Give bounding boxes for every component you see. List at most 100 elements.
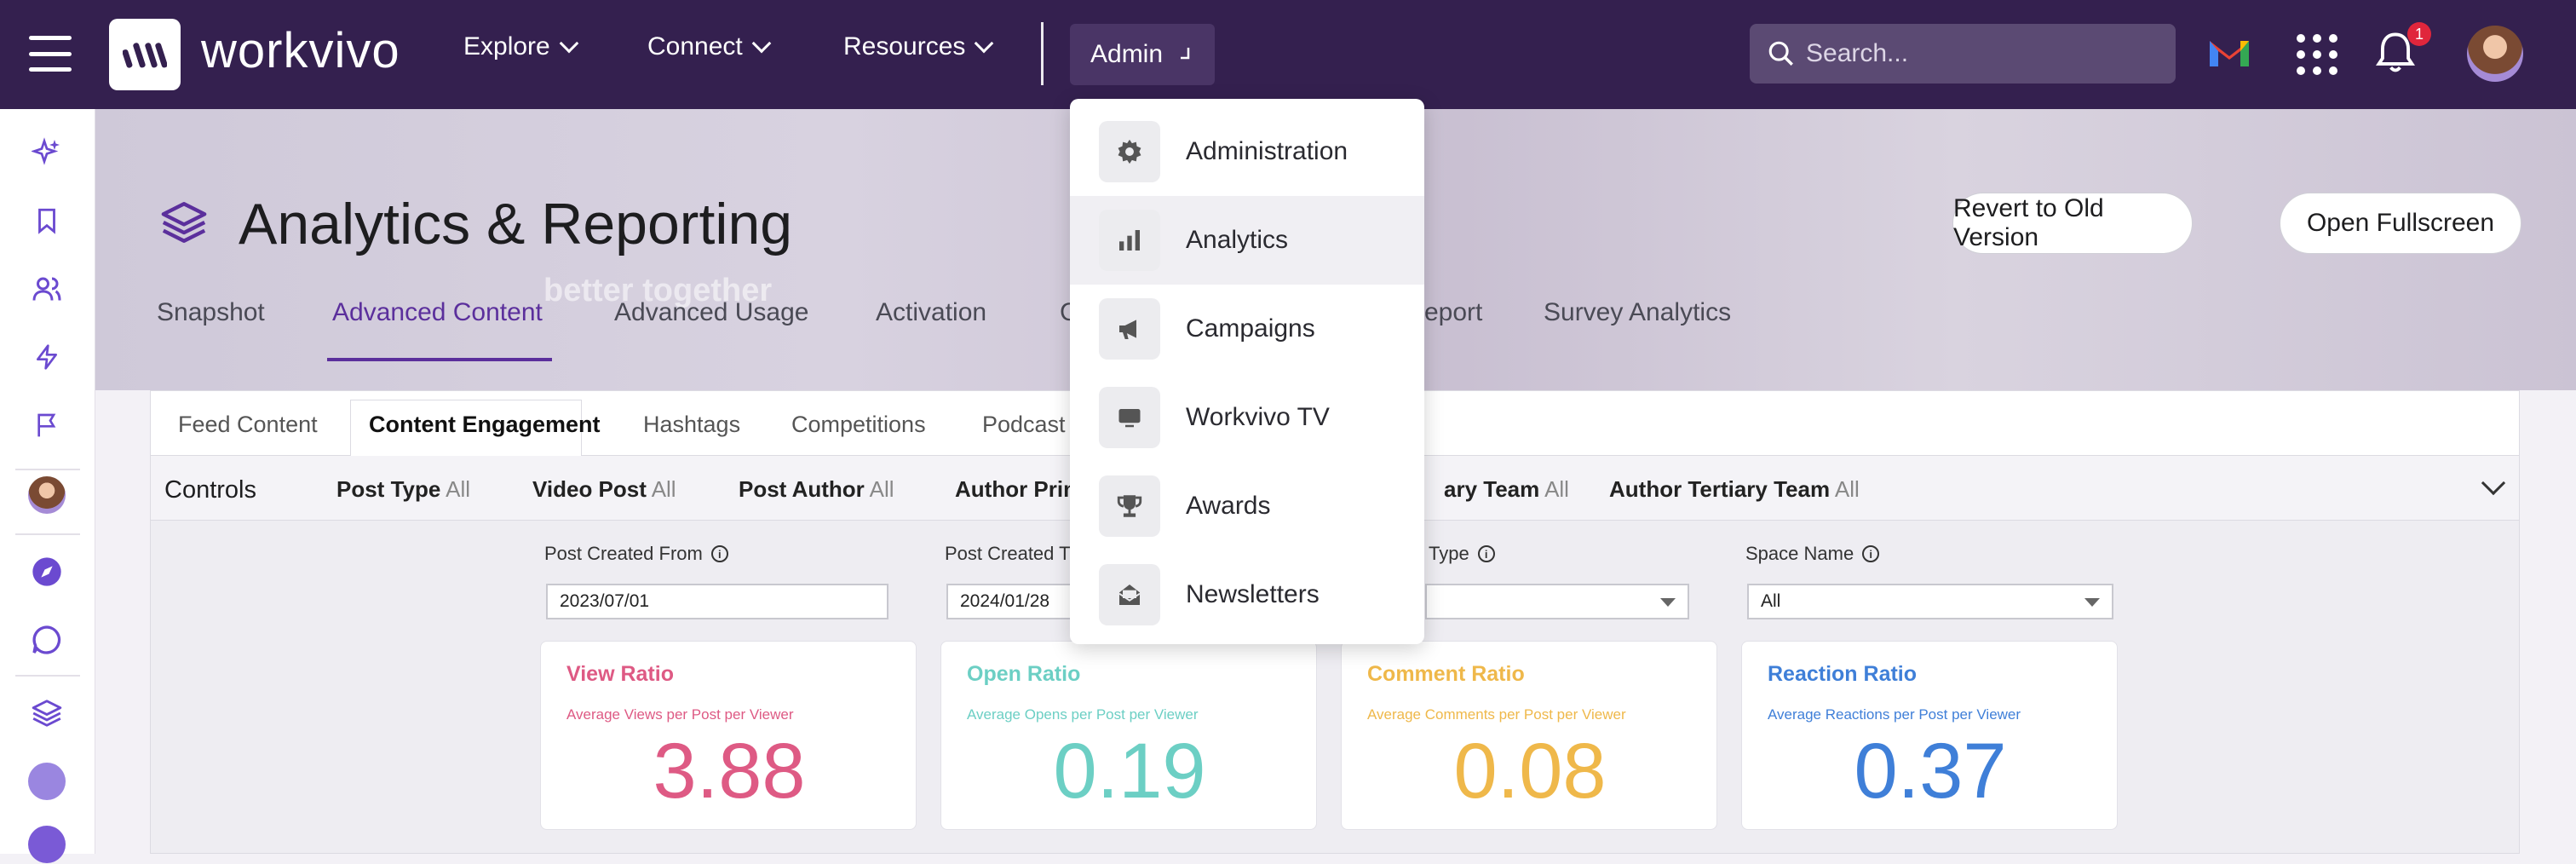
menu-item-campaigns[interactable]: Campaigns — [1070, 285, 1424, 373]
info-icon[interactable]: i — [1862, 545, 1880, 562]
control-post-type[interactable]: Post Type All — [336, 476, 470, 503]
menu-item-workvivo-tv[interactable]: Workvivo TV — [1070, 373, 1424, 462]
sparkle-icon[interactable] — [27, 133, 66, 172]
brand-name[interactable]: workvivo — [201, 22, 400, 79]
admin-dropdown-menu: Administration Analytics Campaigns Workv… — [1070, 99, 1424, 644]
search-placeholder: Search... — [1806, 39, 1909, 67]
space-name-select[interactable]: All — [1747, 584, 2113, 619]
nav-label: Explore — [463, 32, 550, 60]
card-subtitle: Average Views per Post per Viewer — [566, 706, 794, 723]
nav-explore[interactable]: Explore — [463, 32, 579, 61]
tab-survey-analytics[interactable]: Survey Analytics — [1544, 298, 1731, 327]
filter-label-created-to: Post Created T — [945, 543, 1071, 565]
tab-activation[interactable]: Activation — [876, 298, 986, 327]
space-avatar-icon[interactable] — [27, 762, 66, 801]
menu-item-administration[interactable]: Administration — [1070, 107, 1424, 196]
control-author-secondary-team[interactable]: ary Team All — [1444, 476, 1569, 503]
workvivo-logo-icon[interactable] — [109, 19, 181, 90]
control-post-author[interactable]: Post Author All — [739, 476, 894, 503]
nav-resources[interactable]: Resources — [843, 32, 994, 61]
control-name: Post Type — [336, 476, 441, 502]
chevron-up-icon — [1181, 48, 1190, 60]
tab-partial-report[interactable]: eport — [1424, 298, 1482, 327]
control-name: Author Tertiary Team — [1609, 476, 1831, 502]
lightning-icon[interactable] — [27, 337, 66, 377]
menu-item-label: Analytics — [1186, 226, 1289, 254]
tab-snapshot[interactable]: Snapshot — [157, 298, 265, 327]
control-video-post[interactable]: Video Post All — [532, 476, 676, 503]
bar-chart-icon — [1099, 210, 1160, 271]
tab-advanced-content[interactable]: Advanced Content — [332, 298, 543, 327]
user-avatar[interactable] — [2467, 26, 2523, 82]
info-icon[interactable]: i — [1477, 545, 1495, 562]
control-value: All — [651, 476, 676, 502]
subtab-competitions[interactable]: Competitions — [791, 412, 926, 438]
notification-badge: 1 — [2407, 22, 2431, 46]
menu-item-analytics[interactable]: Analytics — [1070, 196, 1424, 285]
sidebar-divider — [15, 675, 80, 677]
tab-advanced-usage[interactable]: Advanced Usage — [614, 298, 809, 327]
menu-item-label: Awards — [1186, 492, 1271, 520]
menu-item-awards[interactable]: Awards — [1070, 462, 1424, 550]
compass-icon[interactable] — [27, 552, 66, 591]
control-author-primary-team[interactable]: Author Prim — [955, 476, 1083, 503]
people-icon[interactable] — [27, 269, 66, 308]
menu-item-newsletters[interactable]: Newsletters — [1070, 550, 1424, 639]
open-fullscreen-button[interactable]: Open Fullscreen — [2280, 193, 2521, 254]
menu-item-label: Workvivo TV — [1186, 403, 1330, 431]
subtab-content-engagement[interactable]: Content Engagement — [369, 412, 601, 438]
nav-label: Resources — [843, 32, 966, 60]
flag-icon[interactable] — [27, 406, 66, 445]
search-input[interactable]: Search... — [1750, 24, 2176, 84]
apps-grid-icon[interactable] — [2297, 34, 2337, 75]
card-value: 0.19 — [1053, 728, 1206, 815]
metric-card-view-ratio: View Ratio Average Views per Post per Vi… — [540, 641, 917, 830]
filter-label-space-name: Space Name i — [1745, 543, 1880, 565]
chevron-down-icon — [559, 33, 579, 54]
menu-item-label: Campaigns — [1186, 314, 1315, 343]
filter-label-text: Post Created From — [544, 543, 703, 564]
revert-old-version-button[interactable]: Revert to Old Version — [1952, 193, 2193, 254]
gear-icon — [1099, 121, 1160, 182]
gmail-icon[interactable] — [2206, 34, 2252, 74]
control-value: All — [1834, 476, 1860, 502]
card-value: 0.37 — [1854, 728, 2007, 815]
megaphone-icon — [1099, 298, 1160, 360]
subtab-podcast[interactable]: Podcast — [982, 412, 1066, 438]
info-icon[interactable]: i — [710, 545, 728, 562]
bookmark-icon[interactable] — [27, 201, 66, 240]
filter-label-created-from: Post Created From i — [544, 543, 728, 565]
card-value: 0.08 — [1453, 728, 1607, 815]
subtab-hashtags[interactable]: Hashtags — [643, 412, 740, 438]
card-title: Open Ratio — [967, 662, 1081, 686]
layers-icon[interactable] — [27, 694, 66, 733]
card-subtitle: Average Opens per Post per Viewer — [967, 706, 1199, 723]
hamburger-menu-icon[interactable] — [29, 36, 72, 72]
select-value: All — [1761, 591, 1781, 611]
control-author-tertiary-team[interactable]: Author Tertiary Team All — [1609, 476, 1860, 503]
metric-card-comment-ratio: Comment Ratio Average Comments per Post … — [1341, 641, 1717, 830]
tv-icon — [1099, 387, 1160, 448]
admin-label: Admin — [1090, 40, 1164, 68]
chevron-down-icon — [751, 33, 772, 54]
control-value: All — [1544, 476, 1569, 502]
chevron-down-icon — [975, 33, 994, 54]
profile-avatar-icon[interactable] — [27, 475, 66, 515]
control-name: ary Team — [1444, 476, 1540, 502]
nav-label: Connect — [647, 32, 743, 60]
metric-card-reaction-ratio: Reaction Ratio Average Reactions per Pos… — [1741, 641, 2118, 830]
chat-bubble-icon[interactable] — [27, 620, 66, 660]
top-navigation-bar: workvivo Explore Connect Resources Admin… — [0, 0, 2576, 109]
subtab-feed-content[interactable]: Feed Content — [178, 412, 318, 438]
card-subtitle: Average Reactions per Post per Viewer — [1768, 706, 2021, 723]
menu-item-label: Newsletters — [1186, 580, 1320, 608]
dropdown-caret-icon — [1660, 598, 1676, 607]
controls-label: Controls — [164, 476, 256, 504]
admin-menu-button[interactable]: Admin — [1070, 24, 1215, 85]
owl-icon[interactable] — [27, 825, 66, 864]
menu-item-label: Administration — [1186, 137, 1348, 165]
post-created-from-input[interactable]: 2023/07/01 — [546, 584, 888, 619]
page-title: Analytics & Reporting — [239, 192, 793, 256]
nav-connect[interactable]: Connect — [647, 32, 772, 61]
type-select[interactable] — [1425, 584, 1689, 619]
